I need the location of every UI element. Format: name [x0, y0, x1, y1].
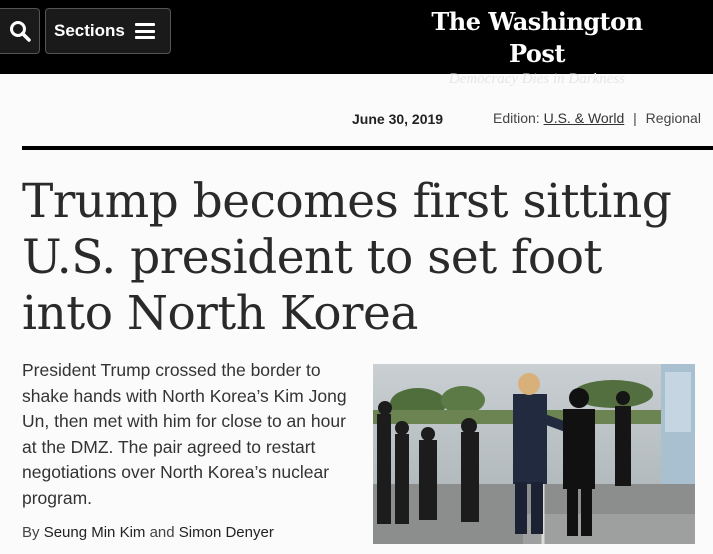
dateline-bar: June 30, 2019 Edition: U.S. & World | Re…	[0, 108, 713, 130]
site-header: Sections The Washington Post Democracy D…	[0, 0, 713, 87]
edition-selector: Edition: U.S. & World | Regional	[493, 110, 701, 126]
article-photo[interactable]	[373, 364, 695, 544]
author-link-2[interactable]: Simon Denyer	[179, 524, 274, 541]
sections-label: Sections	[54, 21, 125, 40]
article-summary: President Trump crossed the border to sh…	[22, 360, 347, 508]
article-headline[interactable]: Trump becomes first sitting U.S. preside…	[22, 174, 702, 342]
page-date: June 30, 2019	[352, 111, 444, 127]
byline-and: and	[149, 524, 175, 541]
byline-prefix: By	[22, 524, 40, 541]
sections-button[interactable]: Sections	[45, 8, 171, 54]
section-divider	[22, 146, 713, 150]
logo-name: The Washington Post	[431, 7, 643, 68]
edition-regional-link[interactable]: Regional	[646, 110, 701, 126]
author-link-1[interactable]: Seung Min Kim	[44, 524, 146, 541]
article-byline: By Seung Min Kim and Simon Denyer	[22, 524, 274, 541]
search-icon	[9, 21, 31, 42]
edition-us-world-link[interactable]: U.S. & World	[544, 110, 625, 126]
dmz-photo-illustration	[373, 364, 695, 544]
search-button[interactable]	[0, 8, 40, 54]
logo-tagline: Democracy Dies in Darkness	[448, 71, 626, 87]
hamburger-menu-icon	[134, 23, 155, 39]
edition-label: Edition:	[493, 110, 540, 126]
site-logo[interactable]: The Washington Post Democracy Dies in Da…	[412, 6, 662, 88]
edition-separator: |	[633, 110, 637, 126]
